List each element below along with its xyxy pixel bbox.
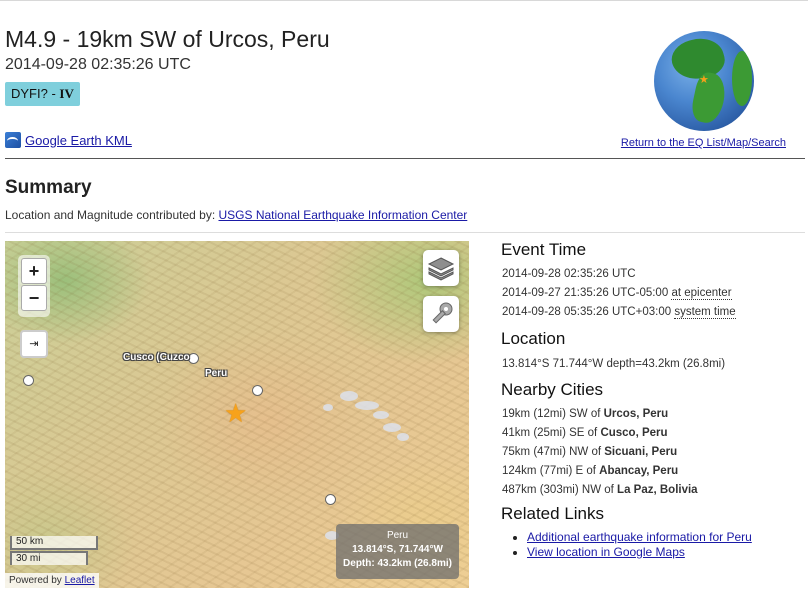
related-link-google-maps[interactable]: View location in Google Maps: [527, 545, 685, 559]
kml-link-row: Google Earth KML: [5, 132, 132, 148]
dyfi-intensity: IV: [59, 86, 74, 101]
event-title: M4.9 - 19km SW of Urcos, Peru: [5, 26, 330, 52]
list-item: View location in Google Maps: [527, 545, 801, 560]
event-time-utc: 2014-09-28 02:35:26 UTC: [502, 268, 636, 280]
scale-mi: 30 mi: [10, 551, 88, 565]
nearby-cities-heading: Nearby Cities: [501, 380, 604, 399]
scale-km: 50 km: [10, 536, 98, 550]
epicenter-star-icon[interactable]: ★: [224, 400, 247, 426]
layers-button[interactable]: [423, 250, 459, 286]
contributor-link[interactable]: USGS National Earthquake Information Cen…: [219, 208, 468, 222]
city-marker[interactable]: [252, 385, 263, 396]
nearby-city: 19km (12mi) SW of Urcos, Peru: [502, 408, 669, 420]
related-links-heading: Related Links: [501, 504, 605, 523]
kml-link[interactable]: Google Earth KML: [25, 133, 132, 148]
location-text: 13.814°S 71.744°W depth=43.2km (26.8mi): [502, 358, 726, 370]
map-label-cusco: Cusco (Cuzco: [123, 352, 190, 363]
summary-divider: [5, 232, 805, 233]
contributor-line: Location and Magnitude contributed by: U…: [5, 208, 467, 222]
fullscreen-button[interactable]: ⇥: [20, 330, 48, 358]
list-item: Additional earthquake information for Pe…: [527, 530, 801, 545]
city-marker[interactable]: [325, 494, 336, 505]
event-map[interactable]: + − ⇥ Cusco (Cuzco Peru ★ Peru 13.814°S,…: [5, 241, 469, 588]
related-links-list: Additional earthquake information for Pe…: [527, 530, 801, 560]
info-region: Peru: [386, 530, 409, 541]
info-coords: 13.814°S, 71.744°W: [352, 544, 443, 555]
info-depth: Depth: 43.2km (26.8mi): [343, 558, 452, 569]
nearby-city: 75km (47mi) NW of Sicuani, Peru: [502, 446, 678, 458]
event-datetime: 2014-09-28 02:35:26 UTC: [5, 56, 191, 73]
nearby-city: 124km (77mi) E of Abancay, Peru: [502, 465, 679, 477]
contributor-prefix: Location and Magnitude contributed by:: [5, 208, 216, 222]
globe-icon: ★: [654, 31, 754, 131]
event-time-epicenter: 2014-09-27 21:35:26 UTC-05:00 at epicent…: [502, 284, 801, 303]
key-icon: [432, 302, 453, 324]
legend-button[interactable]: [423, 296, 459, 332]
google-earth-icon: [5, 132, 21, 148]
system-time-label[interactable]: system time: [674, 306, 736, 319]
map-label-peru: Peru: [205, 368, 228, 379]
event-details: Event Time 2014-09-28 02:35:26 UTC 2014-…: [501, 238, 801, 560]
map-scale: 50 km 30 mi: [10, 536, 98, 565]
city-marker[interactable]: [23, 375, 34, 386]
epicenter-time-label[interactable]: at epicenter: [671, 287, 732, 300]
dyfi-label: DYFI? -: [11, 86, 56, 101]
epicenter-time-value: 2014-09-27 21:35:26 UTC-05:00: [502, 287, 669, 299]
layers-icon: [427, 257, 455, 281]
epicenter-star-icon: ★: [699, 74, 709, 86]
dyfi-badge[interactable]: DYFI? - IV: [5, 82, 80, 106]
top-rule: [0, 0, 808, 1]
summary-heading: Summary: [5, 177, 92, 198]
attribution-prefix: Powered by: [9, 575, 62, 586]
nearby-city: 41km (25mi) SE of Cusco, Peru: [502, 427, 668, 439]
header-divider: [5, 158, 805, 159]
related-link-peru-info[interactable]: Additional earthquake information for Pe…: [527, 530, 752, 544]
zoom-out-button[interactable]: −: [21, 285, 47, 311]
leaflet-link[interactable]: Leaflet: [65, 575, 95, 586]
nearby-cities-list: 19km (12mi) SW of Urcos, Peru 41km (25mi…: [501, 405, 801, 500]
event-time-system: 2014-09-28 05:35:26 UTC+03:00 system tim…: [502, 303, 801, 322]
map-info-box: Peru 13.814°S, 71.744°W Depth: 43.2km (2…: [336, 524, 459, 579]
nearby-city: 487km (303mi) NW of La Paz, Bolivia: [502, 484, 698, 496]
zoom-control: + −: [18, 255, 50, 317]
return-to-list-link[interactable]: Return to the EQ List/Map/Search: [621, 137, 786, 149]
map-attribution: Powered by Leaflet: [5, 573, 99, 588]
location-heading: Location: [501, 329, 566, 348]
system-time-value: 2014-09-28 05:35:26 UTC+03:00: [502, 306, 672, 318]
zoom-in-button[interactable]: +: [21, 258, 47, 284]
event-time-heading: Event Time: [501, 240, 587, 259]
